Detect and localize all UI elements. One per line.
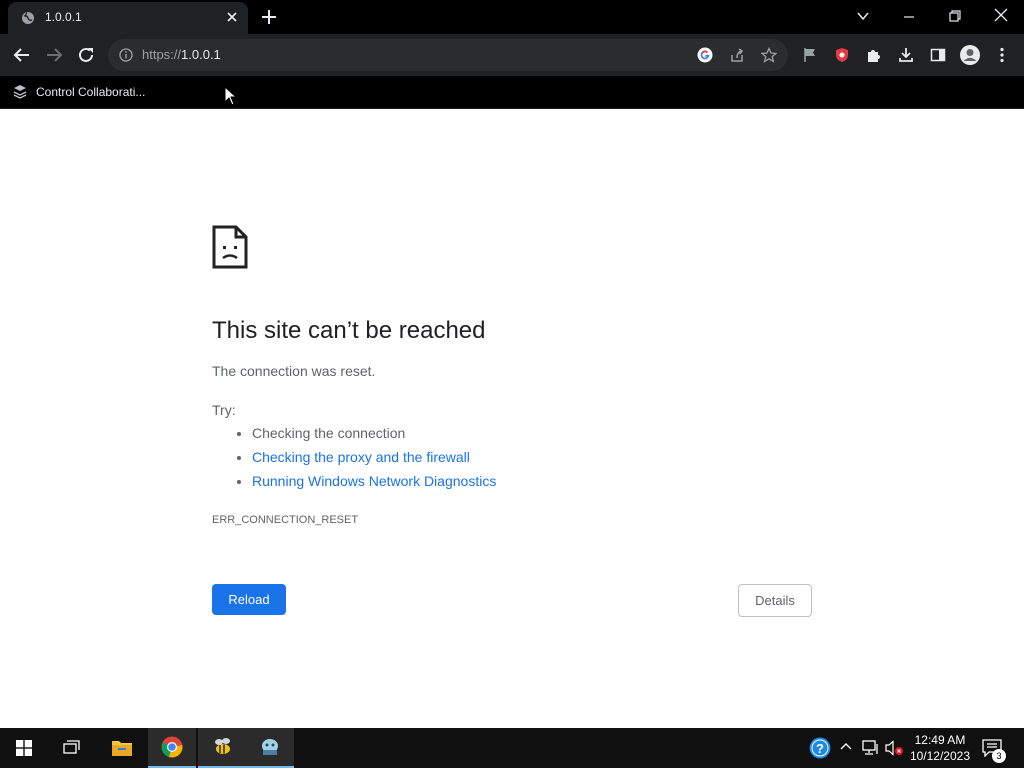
globe-icon bbox=[21, 11, 35, 25]
download-icon[interactable] bbox=[895, 44, 917, 66]
clock-date: 10/12/2023 bbox=[909, 749, 970, 763]
url-text: https://1.0.0.1 bbox=[142, 47, 221, 62]
browser-toolbar: https://1.0.0.1 bbox=[0, 34, 1024, 76]
network-icon[interactable] bbox=[862, 740, 880, 756]
flag-icon[interactable] bbox=[799, 44, 821, 66]
network-app-icon[interactable] bbox=[246, 728, 294, 768]
bookmark-label: Control Collaborati... bbox=[36, 85, 146, 99]
tab-strip: 1.0.0.1 bbox=[0, 0, 1024, 34]
tab-active[interactable]: 1.0.0.1 bbox=[8, 2, 248, 34]
bookmark-item[interactable]: Control Collaborati... bbox=[12, 82, 145, 102]
bookmarks-bar: Control Collaborati... bbox=[0, 76, 1024, 109]
details-button[interactable]: Details bbox=[738, 584, 812, 617]
bookmark-favicon-icon bbox=[12, 84, 28, 100]
error-page: This site can’t be reached The connectio… bbox=[0, 109, 1024, 728]
error-subtitle: The connection was reset. bbox=[212, 363, 376, 379]
back-icon[interactable] bbox=[11, 44, 33, 66]
task-view-icon[interactable] bbox=[48, 728, 96, 768]
suggestion-text: Checking the connection bbox=[252, 425, 406, 441]
taskbar: ? 12:49 AM 10/12/2023 3 bbox=[0, 728, 1024, 768]
kebab-menu-icon[interactable] bbox=[991, 44, 1013, 66]
help-icon[interactable]: ? bbox=[809, 737, 831, 759]
bookmark-star-icon[interactable] bbox=[761, 47, 777, 63]
list-item: Running Windows Network Diagnostics bbox=[252, 469, 496, 493]
windows-start-icon[interactable] bbox=[0, 728, 48, 768]
network-diagnostics-link[interactable]: Running Windows Network Diagnostics bbox=[252, 473, 496, 489]
info-icon[interactable] bbox=[119, 48, 133, 62]
new-tab-button[interactable] bbox=[258, 6, 280, 28]
close-icon[interactable] bbox=[226, 11, 238, 23]
proxy-firewall-link[interactable]: Checking the proxy and the firewall bbox=[252, 449, 470, 465]
svg-text:?: ? bbox=[816, 741, 824, 756]
mouse-cursor-icon bbox=[224, 86, 237, 106]
side-panel-icon[interactable] bbox=[927, 44, 949, 66]
shield-extension-icon[interactable] bbox=[831, 44, 853, 66]
try-label: Try: bbox=[212, 402, 236, 418]
google-lens-icon[interactable] bbox=[697, 47, 713, 63]
tab-title: 1.0.0.1 bbox=[45, 10, 82, 24]
reload-button[interactable]: Reload bbox=[212, 584, 286, 615]
reload-icon[interactable] bbox=[75, 44, 97, 66]
clock[interactable]: 12:49 AM 10/12/2023 bbox=[910, 732, 970, 764]
notification-count-badge: 3 bbox=[992, 749, 1006, 763]
clock-time: 12:49 AM bbox=[914, 733, 966, 747]
list-item: Checking the connection bbox=[252, 421, 496, 445]
list-item: Checking the proxy and the firewall bbox=[252, 445, 496, 469]
profile-avatar-icon[interactable] bbox=[959, 44, 981, 66]
restore-icon[interactable] bbox=[948, 9, 962, 23]
chrome-taskbar-icon[interactable] bbox=[148, 728, 196, 768]
forward-icon[interactable] bbox=[43, 44, 65, 66]
file-explorer-icon[interactable] bbox=[98, 728, 146, 768]
sad-page-icon bbox=[212, 225, 248, 269]
error-code: ERR_CONNECTION_RESET bbox=[212, 514, 359, 526]
extensions-puzzle-icon[interactable] bbox=[863, 44, 885, 66]
chevron-up-icon[interactable] bbox=[840, 741, 852, 753]
page-title: This site can’t be reached bbox=[212, 317, 486, 344]
address-bar[interactable]: https://1.0.0.1 bbox=[108, 39, 788, 71]
bee-app-icon[interactable] bbox=[198, 728, 246, 768]
suggestions-list: Checking the connection Checking the pro… bbox=[212, 421, 496, 493]
tab-search-icon[interactable] bbox=[856, 9, 870, 23]
share-icon[interactable] bbox=[729, 47, 745, 63]
volume-muted-icon[interactable] bbox=[885, 740, 905, 756]
close-window-icon[interactable] bbox=[994, 8, 1008, 22]
minimize-icon[interactable] bbox=[902, 10, 916, 24]
